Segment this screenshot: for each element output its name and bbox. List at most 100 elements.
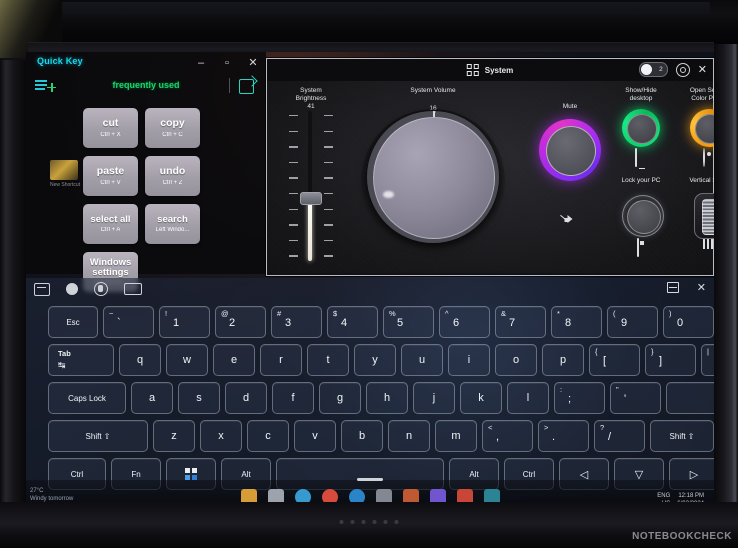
- key-label: e: [230, 354, 238, 366]
- key-v[interactable]: v: [294, 420, 336, 452]
- key-caps-lock[interactable]: Caps Lock: [48, 382, 126, 414]
- key-key[interactable]: " ': [610, 382, 661, 414]
- key-key[interactable]: ~ `: [103, 306, 154, 338]
- slider-ticks-left: [289, 115, 298, 257]
- brightness-slider[interactable]: [289, 111, 333, 261]
- close-icon[interactable]: ✕: [698, 64, 707, 76]
- lock-your-pc-button[interactable]: [622, 195, 664, 257]
- quick-key-button-search[interactable]: search Left Windo...: [145, 204, 200, 244]
- button-shortcut: Left Windo...: [155, 227, 190, 234]
- key-label: w: [183, 354, 191, 366]
- key-2[interactable]: @2: [215, 306, 266, 338]
- key-key[interactable]: ? /: [594, 420, 645, 452]
- key-l[interactable]: l: [507, 382, 549, 414]
- key-o[interactable]: o: [495, 344, 537, 376]
- key-t[interactable]: t: [307, 344, 349, 376]
- key-s[interactable]: s: [178, 382, 220, 414]
- button-shortcut: Ctrl + A: [100, 227, 121, 234]
- key-base-legend: 6: [453, 317, 460, 329]
- key-j[interactable]: j: [413, 382, 455, 414]
- key-h[interactable]: h: [366, 382, 408, 414]
- key-u[interactable]: u: [401, 344, 443, 376]
- mute-button[interactable]: [539, 119, 601, 221]
- restore-icon[interactable]: [666, 282, 679, 293]
- key-c[interactable]: c: [247, 420, 289, 452]
- slider-handle[interactable]: [300, 192, 322, 205]
- key-1[interactable]: ! 1: [159, 306, 210, 338]
- key-w[interactable]: w: [166, 344, 208, 376]
- quick-key-section-label: frequently used: [112, 80, 180, 90]
- key-shift-legend: ?: [600, 423, 605, 432]
- layout-icon[interactable]: [124, 283, 142, 295]
- quick-key-button-copy[interactable]: copy Ctrl + C: [145, 108, 200, 148]
- key-shift[interactable]: Shift ⇧: [48, 420, 148, 452]
- key-p[interactable]: p: [542, 344, 584, 376]
- key-label: u: [418, 354, 426, 366]
- quick-key-button-cut[interactable]: cut Ctrl + X: [83, 108, 138, 148]
- key-n[interactable]: n: [388, 420, 430, 452]
- key-d[interactable]: d: [225, 382, 267, 414]
- key-m[interactable]: m: [435, 420, 477, 452]
- key-8[interactable]: * 8: [551, 306, 602, 338]
- key-y[interactable]: y: [354, 344, 396, 376]
- key-tab[interactable]: Tab ↹: [48, 344, 114, 376]
- key-q[interactable]: q: [119, 344, 161, 376]
- key-a[interactable]: a: [131, 382, 173, 414]
- key-z[interactable]: z: [153, 420, 195, 452]
- key-k[interactable]: k: [460, 382, 502, 414]
- grid-icon: [466, 64, 479, 76]
- key-7[interactable]: & 7: [495, 306, 546, 338]
- key-label: Shift ⇧: [85, 431, 111, 441]
- key-x[interactable]: x: [200, 420, 242, 452]
- key-shift[interactable]: Shift ⇧: [650, 420, 714, 452]
- key-0[interactable]: ) 0: [663, 306, 714, 338]
- laptop-bottom-deck: [0, 502, 738, 548]
- key-i[interactable]: i: [448, 344, 490, 376]
- quick-key-button-undo[interactable]: undo Ctrl + Z: [145, 156, 200, 196]
- emoji-icon[interactable]: [66, 283, 78, 295]
- edit-icon[interactable]: [239, 79, 254, 94]
- quick-key-button-select-all[interactable]: select all Ctrl + A: [83, 204, 138, 244]
- keyboard-icon[interactable]: [34, 282, 50, 296]
- key-key[interactable]: {[: [589, 344, 640, 376]
- quick-key-button-paste[interactable]: paste Ctrl + V: [83, 156, 138, 196]
- key-f[interactable]: f: [272, 382, 314, 414]
- button-shortcut: Ctrl + V: [100, 180, 121, 186]
- maximize-button[interactable]: ▫: [214, 52, 240, 74]
- show-hide-desktop-button[interactable]: [622, 109, 660, 167]
- key-label: s: [196, 392, 202, 404]
- key-base-legend: 4: [341, 317, 348, 329]
- key-key[interactable]: <,: [482, 420, 533, 452]
- key-key[interactable]: >.: [538, 420, 589, 452]
- key-enter[interactable]: Enter↵: [666, 382, 714, 414]
- key-5[interactable]: % 5: [383, 306, 434, 338]
- tray-time: 12:18 PM: [678, 493, 704, 499]
- key-key[interactable]: |\: [701, 344, 714, 376]
- key-b[interactable]: b: [341, 420, 383, 452]
- minimize-button[interactable]: –: [188, 52, 214, 74]
- key-6[interactable]: ^ 6: [439, 306, 490, 338]
- scroll-wheel[interactable]: [702, 199, 714, 235]
- key-shift-legend: {: [595, 347, 598, 356]
- show-hide-desktop-label: Show/Hide desktop: [607, 87, 675, 103]
- key-r[interactable]: r: [260, 344, 302, 376]
- key-esc[interactable]: Esc: [48, 306, 98, 338]
- key-9[interactable]: (9: [607, 306, 658, 338]
- volume-knob[interactable]: [357, 103, 509, 255]
- mode-toggle[interactable]: 2: [638, 62, 668, 77]
- close-icon[interactable]: ✕: [697, 282, 706, 293]
- key-key[interactable]: :;: [554, 382, 605, 414]
- keyboard-row-shift: Shift ⇧ z x c v b n m <, >.? / Shift ⇧: [26, 420, 714, 452]
- key-3[interactable]: #3: [271, 306, 322, 338]
- vertical-scroll-control[interactable]: [694, 193, 714, 239]
- monitor-icon: [635, 148, 647, 167]
- key-4[interactable]: $4: [327, 306, 378, 338]
- key-key[interactable]: }]: [645, 344, 696, 376]
- key-g[interactable]: g: [319, 382, 361, 414]
- handwriting-icon[interactable]: [94, 282, 108, 296]
- gear-icon[interactable]: [675, 62, 690, 77]
- key-label: Caps Lock: [68, 393, 106, 403]
- key-e[interactable]: e: [213, 344, 255, 376]
- keyboard-titlebar: ✕: [26, 278, 714, 300]
- close-button[interactable]: ✕: [240, 52, 266, 74]
